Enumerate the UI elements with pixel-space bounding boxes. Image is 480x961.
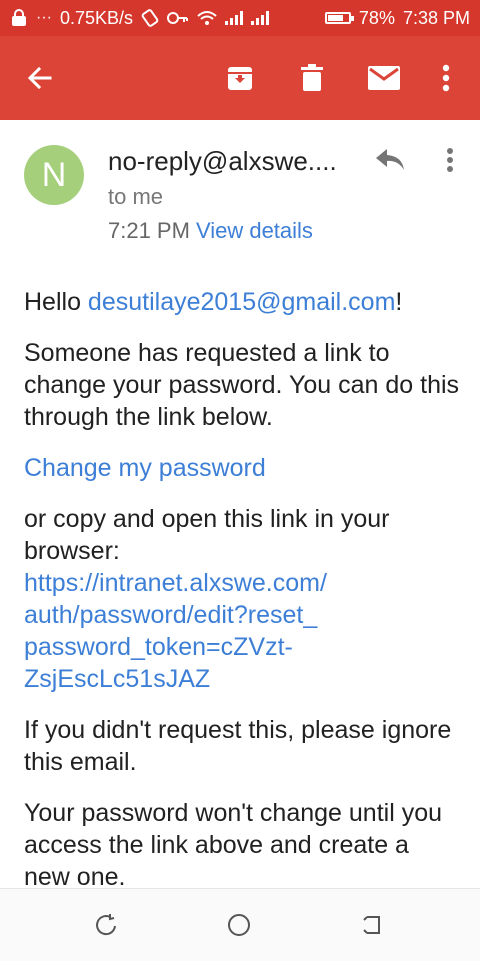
battery-percent: 78% — [358, 7, 395, 28]
trash-icon — [301, 64, 323, 91]
greeting: Hello desutilaye2015@gmail.com! — [24, 286, 460, 318]
recipient-row[interactable]: to me — [108, 184, 163, 210]
sender-avatar[interactable]: N — [24, 145, 84, 205]
reply-icon — [376, 149, 404, 170]
reset-url-line: password_token=cZVzt- — [24, 633, 293, 661]
message-more-button[interactable] — [436, 140, 464, 180]
reset-url-line: https://intranet.alxswe.com/ — [24, 569, 327, 597]
nav-recents-button[interactable] — [343, 889, 403, 961]
more-options-button[interactable] — [424, 36, 468, 120]
password-unchanged-paragraph: Your password won't change until you acc… — [24, 799, 443, 891]
home-nav-icon — [228, 914, 250, 936]
ignore-paragraph: If you didn't request this, please ignor… — [24, 716, 452, 776]
back-nav-icon — [96, 914, 116, 936]
email-body: Hello desutilaye2015@gmail.com! Someone … — [24, 286, 460, 912]
archive-icon — [228, 67, 252, 90]
rotate-icon — [141, 9, 159, 27]
greeting-text: Hello — [24, 288, 88, 316]
sender-address[interactable]: no-reply@alxswe.... — [108, 146, 337, 177]
view-details-link[interactable]: View details — [196, 218, 313, 243]
reset-url-line: auth/password/edit?reset_ — [24, 601, 318, 629]
time-row: 7:21 PM View details — [108, 218, 313, 244]
status-bar: ··· 0.75KB/s 78% 7:38 PM — [0, 0, 480, 36]
back-button[interactable] — [16, 36, 64, 120]
recents-nav-icon — [363, 916, 380, 934]
email-time: 7:21 PM — [108, 218, 190, 243]
nav-back-button[interactable] — [76, 889, 136, 961]
reset-url-line: ZsjEscLc51sJAZ — [24, 665, 211, 693]
signal-strength-2-icon — [251, 11, 270, 25]
archive-button[interactable] — [216, 36, 264, 120]
app-bar — [0, 36, 480, 120]
signal-strength-1-icon — [225, 11, 244, 25]
copy-text: or copy and open this link in your brows… — [24, 505, 390, 565]
navigation-bar — [0, 888, 480, 961]
net-speed: 0.75KB/s — [59, 7, 134, 28]
back-arrow-icon — [27, 66, 52, 90]
key-icon — [167, 12, 189, 24]
status-time: 7:38 PM — [402, 7, 470, 28]
battery-icon — [324, 12, 354, 24]
delete-button[interactable] — [288, 36, 336, 120]
nav-home-button[interactable] — [209, 889, 269, 961]
mark-unread-button[interactable] — [360, 36, 408, 120]
reply-button[interactable] — [370, 140, 410, 180]
wifi-icon — [197, 11, 217, 25]
recipient-label: to me — [108, 184, 164, 209]
greeting-email-link[interactable]: desutilaye2015@gmail.com — [88, 288, 395, 316]
change-password-link[interactable]: Change my password — [24, 454, 266, 482]
copy-paragraph: or copy and open this link in your brows… — [24, 503, 460, 695]
request-paragraph: Someone has requested a link to change y… — [24, 339, 460, 431]
greeting-suffix: ! — [395, 288, 403, 316]
more-vert-icon — [442, 64, 450, 92]
lock-icon — [12, 9, 26, 26]
notification-dots-icon: ··· — [36, 9, 52, 26]
more-vert-icon — [447, 148, 453, 172]
reset-url-link[interactable]: https://intranet.alxswe.com/ auth/passwo… — [24, 569, 327, 693]
mail-icon — [368, 66, 400, 90]
